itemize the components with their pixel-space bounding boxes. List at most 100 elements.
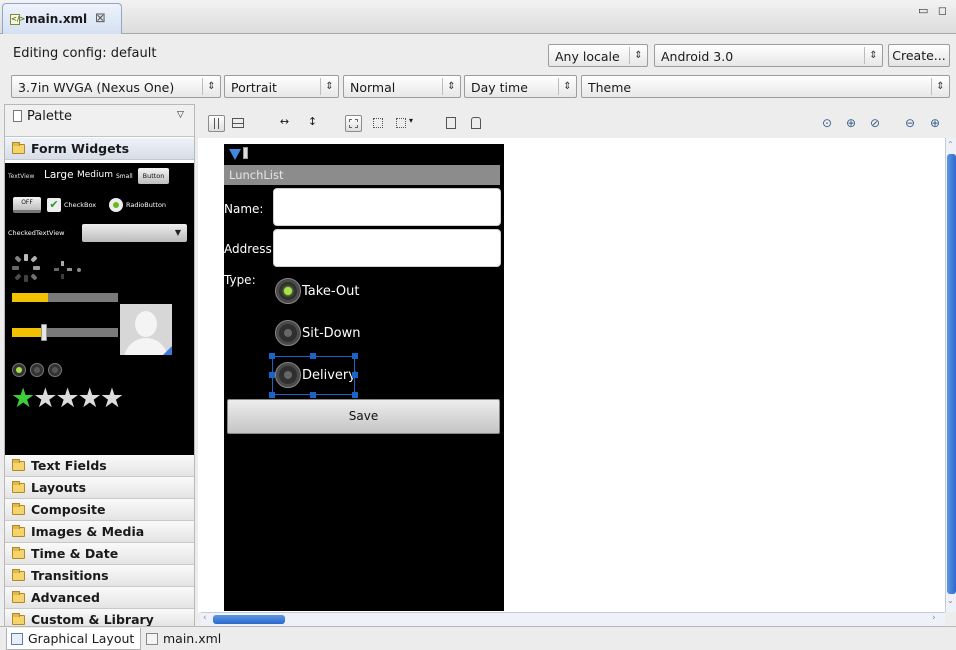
scroll-left-icon[interactable]: ‹	[203, 613, 207, 623]
star-icon[interactable]: ★	[55, 383, 79, 414]
device-screen[interactable]: LunchList Name: Address: Type: Take-Out …	[224, 144, 504, 611]
save-button[interactable]: Save	[227, 399, 500, 434]
folder-icon	[12, 613, 25, 625]
tab-graphical-layout[interactable]: Graphical Layout	[6, 628, 141, 650]
star-icon[interactable]: ★	[78, 383, 102, 414]
radio-sit-down[interactable]	[275, 320, 301, 346]
widget-progressbar[interactable]	[12, 293, 118, 302]
progress-spinner-large-icon[interactable]	[11, 253, 41, 283]
chevron-updown-icon: ⇕	[202, 78, 220, 95]
theme-select[interactable]: Theme ⇕	[581, 75, 950, 98]
tab-main-xml[interactable]: </> main.xml ⊠	[2, 3, 122, 34]
resize-handle[interactable]	[269, 372, 275, 378]
seekbar-thumb[interactable]	[41, 324, 47, 341]
fill-height-icon[interactable]: ↕	[304, 115, 321, 132]
vertical-scroll-thumb[interactable]	[947, 154, 956, 594]
widget-medium-text[interactable]: Medium	[77, 170, 113, 180]
zoom-100-icon[interactable]: ⊘	[870, 116, 880, 130]
checkmark-icon[interactable]: ✔	[47, 198, 61, 212]
palette-icon	[13, 110, 22, 122]
category-advanced[interactable]: Advanced	[5, 587, 194, 609]
horizontal-scrollbar[interactable]: ‹ ›	[201, 612, 945, 626]
create-button[interactable]: Create...	[888, 44, 950, 67]
radio-group-icon[interactable]	[12, 363, 26, 377]
close-icon[interactable]: ⊠	[95, 11, 106, 26]
radio-sit-down-label: Sit-Down	[302, 326, 361, 341]
category-label: Time & Date	[31, 546, 119, 561]
radio-sample-icon[interactable]	[109, 198, 123, 212]
api-level-select[interactable]: Android 3.0 ⇕	[654, 44, 883, 67]
palette-panel: Palette ▽ Form Widgets TextView Large Me…	[4, 104, 195, 642]
resize-handle[interactable]	[269, 392, 275, 398]
name-field[interactable]	[273, 188, 501, 226]
category-transitions[interactable]: Transitions	[5, 565, 194, 587]
star-icon[interactable]: ★	[33, 383, 57, 414]
scroll-down-icon[interactable]: ⌄	[947, 596, 954, 605]
widget-small-text[interactable]: Small	[116, 173, 133, 180]
resize-handle[interactable]	[310, 353, 316, 359]
radio-group-icon[interactable]	[30, 363, 44, 377]
widget-textview[interactable]: TextView	[8, 173, 34, 180]
fill-width-icon[interactable]: ↔	[276, 115, 293, 132]
contact-badge-image[interactable]	[120, 304, 172, 355]
resize-handle[interactable]	[310, 392, 316, 398]
widget-seekbar[interactable]	[12, 324, 118, 341]
resize-handle[interactable]	[352, 372, 358, 378]
progress-spinner-medium-icon[interactable]	[53, 260, 73, 280]
show-outline-icon[interactable]	[370, 115, 387, 132]
theme-value: Theme	[588, 80, 632, 95]
locale-select[interactable]: Any locale ⇕	[548, 44, 648, 67]
address-field[interactable]	[273, 229, 501, 267]
star-icon[interactable]: ★	[11, 383, 35, 414]
widget-button[interactable]: Button	[138, 168, 169, 184]
resize-handle[interactable]	[352, 392, 358, 398]
zoom-out-icon[interactable]: ⊖	[905, 116, 915, 130]
tab-main-xml-source[interactable]: main.xml	[142, 628, 224, 650]
category-label: Text Fields	[31, 458, 107, 473]
zoom-real-size-icon[interactable]: ⊕	[846, 116, 856, 130]
structure-dropdown-icon[interactable]: ▾	[394, 115, 418, 132]
layout-horizontal-icon[interactable]	[208, 115, 225, 132]
folder-icon	[12, 525, 25, 537]
radio-group-icon[interactable]	[48, 363, 62, 377]
folder-icon	[12, 481, 25, 493]
category-images-media[interactable]: Images & Media	[5, 521, 194, 543]
widget-checkedtextview[interactable]: CheckedTextView	[8, 229, 64, 237]
resize-handle[interactable]	[269, 353, 275, 359]
widget-ratingbar[interactable]: ★★★★★	[11, 383, 124, 414]
dock-mode-value: Normal	[350, 80, 396, 95]
emulate-real-size-icon[interactable]	[443, 115, 460, 132]
zoom-in-icon[interactable]: ⊕	[930, 116, 940, 130]
dock-mode-select[interactable]: Normal ⇕	[343, 75, 461, 98]
horizontal-scroll-thumb[interactable]	[213, 615, 285, 624]
selection-outline[interactable]	[272, 356, 355, 395]
scroll-up-icon[interactable]: ⌃	[947, 140, 954, 149]
zoom-fit-icon[interactable]: ⊙	[822, 116, 832, 130]
category-form-widgets[interactable]: Form Widgets	[5, 138, 194, 160]
progress-spinner-small-icon[interactable]	[77, 268, 81, 272]
widget-spinner[interactable]: ▼	[82, 224, 187, 242]
resize-handle[interactable]	[352, 353, 358, 359]
device-select[interactable]: 3.7in WVGA (Nexus One) ⇕	[11, 75, 221, 98]
vertical-scrollbar[interactable]: ⌃ ⌄	[945, 138, 956, 612]
window-controls[interactable]: ▭ ◻	[918, 4, 950, 17]
palette-title: Palette	[27, 109, 73, 124]
night-mode-value: Day time	[471, 80, 528, 95]
chevron-updown-icon: ⇕	[442, 78, 460, 95]
star-icon[interactable]: ★	[100, 383, 124, 414]
clipping-icon[interactable]	[468, 115, 485, 132]
category-composite[interactable]: Composite	[5, 499, 194, 521]
orientation-select[interactable]: Portrait ⇕	[224, 75, 339, 98]
widget-large-text[interactable]: Large	[44, 169, 74, 181]
dropdown-triangle-icon[interactable]: ▽	[177, 110, 184, 120]
night-mode-select[interactable]: Day time ⇕	[464, 75, 577, 98]
category-text-fields[interactable]: Text Fields	[5, 455, 194, 477]
widget-toggle[interactable]: OFF	[13, 197, 41, 213]
category-layouts[interactable]: Layouts	[5, 477, 194, 499]
scroll-right-icon[interactable]: ›	[932, 613, 936, 623]
category-custom-library-views[interactable]: Custom & Library Views	[5, 609, 194, 642]
toggle-grid-icon[interactable]	[345, 115, 362, 132]
layout-vertical-icon[interactable]	[230, 115, 247, 132]
category-time-date[interactable]: Time & Date	[5, 543, 194, 565]
radio-take-out[interactable]	[275, 278, 301, 304]
